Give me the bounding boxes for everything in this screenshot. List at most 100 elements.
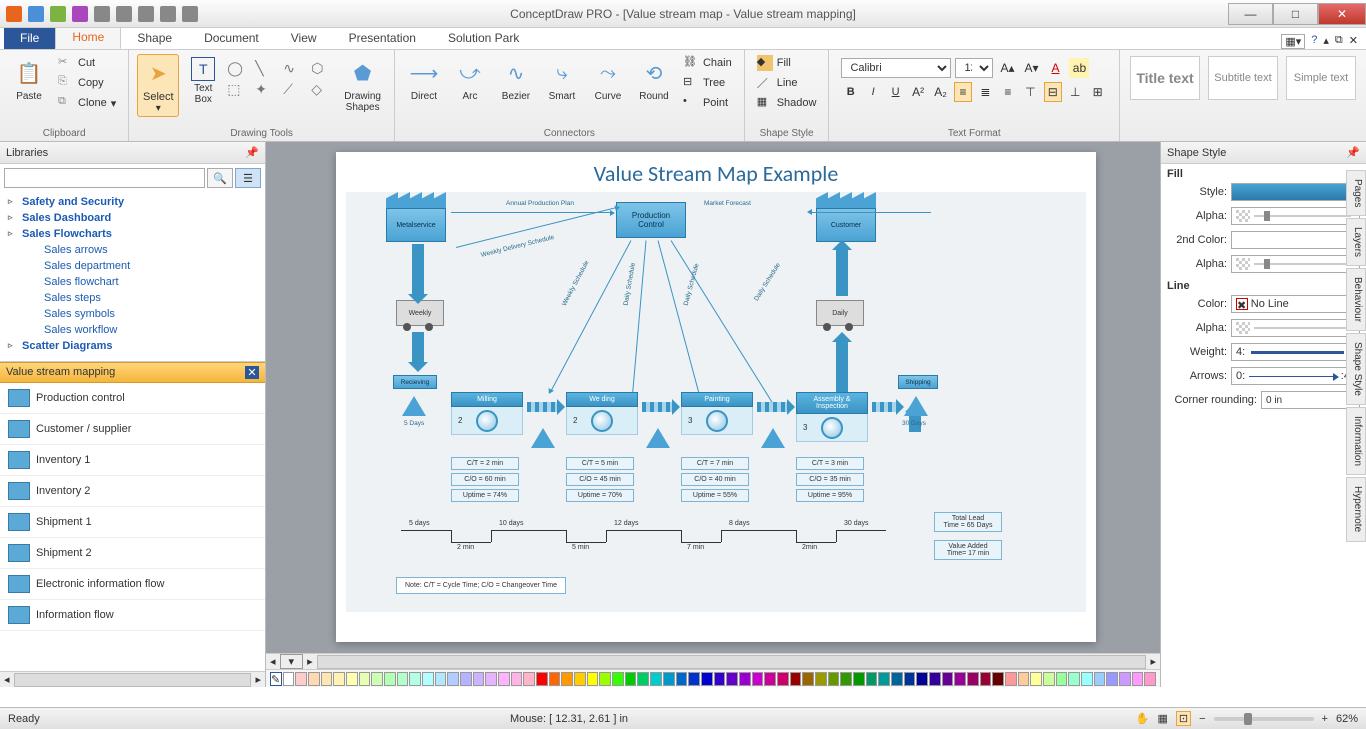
point-button[interactable]: •Point	[679, 94, 736, 112]
close-lib-icon[interactable]: ✕	[245, 366, 259, 379]
palette-color[interactable]	[650, 672, 662, 686]
underline-button[interactable]: U	[886, 82, 904, 102]
palette-color[interactable]	[790, 672, 802, 686]
pin-icon[interactable]: 📌	[245, 146, 259, 159]
palette-color[interactable]	[1081, 672, 1093, 686]
tree-button[interactable]: ⊟Tree	[679, 74, 736, 92]
palette-color[interactable]	[1018, 672, 1030, 686]
qat-icon[interactable]	[138, 6, 154, 22]
connector-smart[interactable]: ⤷Smart	[541, 54, 583, 105]
side-tab[interactable]: Shape Style	[1346, 333, 1366, 405]
tab-home[interactable]: Home	[55, 25, 121, 49]
palette-color[interactable]	[308, 672, 320, 686]
library-tree[interactable]: Safety and SecuritySales DashboardSales …	[0, 192, 265, 362]
preset-subtitle[interactable]: Subtitle text	[1208, 56, 1278, 100]
align-bottom-button[interactable]: ⊥	[1066, 82, 1084, 102]
palette-color[interactable]	[1043, 672, 1055, 686]
palette-color[interactable]	[511, 672, 523, 686]
line-button[interactable]: ／Line	[753, 74, 821, 92]
side-tab[interactable]: Layers	[1346, 218, 1366, 266]
tree-item[interactable]: Sales flowchart	[4, 274, 261, 290]
tool-icon[interactable]: ∿	[283, 60, 307, 77]
palette-color[interactable]	[447, 672, 459, 686]
line-color-dropdown[interactable]: ✖ No Line	[1231, 295, 1360, 313]
palette-color[interactable]	[866, 672, 878, 686]
shadow-button[interactable]: ▦Shadow	[753, 94, 821, 112]
connector-curve[interactable]: ⤳Curve	[587, 54, 629, 105]
tree-item[interactable]: Sales Dashboard	[4, 210, 261, 226]
tab-presentation[interactable]: Presentation	[333, 27, 432, 49]
palette-color[interactable]	[435, 672, 447, 686]
help-icon[interactable]: ?	[1311, 34, 1317, 49]
palette-color[interactable]	[777, 672, 789, 686]
tree-item[interactable]: Scatter Diagrams	[4, 338, 261, 354]
truck-daily[interactable]: Daily	[816, 300, 864, 326]
search-input[interactable]	[4, 168, 205, 188]
inventory-triangle[interactable]	[402, 396, 426, 416]
arrows-dropdown[interactable]: 0::4	[1231, 367, 1360, 385]
tree-item[interactable]: Sales department	[4, 258, 261, 274]
shape-item[interactable]: Inventory 1	[0, 445, 265, 476]
palette-color[interactable]	[739, 672, 751, 686]
palette-color[interactable]	[1094, 672, 1106, 686]
qat-undo-icon[interactable]	[94, 6, 110, 22]
palette-color[interactable]	[1106, 672, 1118, 686]
zoom-percent[interactable]: 62%	[1336, 713, 1358, 725]
zoom-out-button[interactable]: −	[1199, 713, 1205, 725]
connector-arc[interactable]: ⤻Arc	[449, 54, 491, 105]
palette-color[interactable]	[333, 672, 345, 686]
restore-icon[interactable]: ⧉	[1335, 34, 1343, 49]
subscript-button[interactable]: A₂	[931, 82, 949, 102]
shape-item[interactable]: Customer / supplier	[0, 414, 265, 445]
tool-icon[interactable]: ◇	[311, 81, 335, 98]
preset-title[interactable]: Title text	[1130, 56, 1200, 100]
palette-color[interactable]	[523, 672, 535, 686]
close-button[interactable]: ✕	[1318, 3, 1366, 25]
palette-color[interactable]	[422, 672, 434, 686]
palette-color[interactable]	[954, 672, 966, 686]
canvas-area[interactable]: Value Stream Map Example Production Cont…	[266, 142, 1160, 687]
tab-solution-park[interactable]: Solution Park	[432, 27, 535, 49]
palette-color[interactable]	[752, 672, 764, 686]
maximize-button[interactable]: □	[1273, 3, 1318, 25]
qat-icon[interactable]	[182, 6, 198, 22]
drawing-shapes-button[interactable]: ⬟Drawing Shapes	[339, 54, 386, 116]
shipping-box[interactable]: Shipping	[898, 375, 938, 389]
palette-color[interactable]	[371, 672, 383, 686]
color-palette[interactable]: ✎	[266, 669, 1160, 687]
fill-style-dropdown[interactable]	[1231, 183, 1360, 201]
bold-button[interactable]: B	[841, 82, 859, 102]
line-alpha-slider[interactable]	[1231, 319, 1360, 337]
font-color-button[interactable]: A	[1045, 58, 1065, 78]
text-options-button[interactable]: ⊞	[1088, 82, 1106, 102]
palette-color[interactable]	[485, 672, 497, 686]
tree-item[interactable]: Sales workflow	[4, 322, 261, 338]
close-doc-icon[interactable]: ✕	[1349, 34, 1358, 49]
palette-color[interactable]	[1132, 672, 1144, 686]
chain-button[interactable]: ⛓Chain	[679, 54, 736, 72]
tool-icon[interactable]: ╲	[255, 60, 279, 77]
tool-icon[interactable]: ✦	[255, 81, 279, 98]
align-left-button[interactable]: ≡	[954, 82, 972, 102]
view-icon[interactable]: ▦	[1157, 712, 1167, 725]
palette-color[interactable]	[561, 672, 573, 686]
palette-color[interactable]	[726, 672, 738, 686]
tree-item[interactable]: Safety and Security	[4, 194, 261, 210]
palette-color[interactable]	[916, 672, 928, 686]
palette-color[interactable]	[815, 672, 827, 686]
palette-color[interactable]	[283, 672, 295, 686]
tree-item[interactable]: Sales Flowcharts	[4, 226, 261, 242]
qat-icon[interactable]	[160, 6, 176, 22]
connector-direct[interactable]: ⟶Direct	[403, 54, 445, 105]
connector-bezier[interactable]: ∿Bezier	[495, 54, 537, 105]
palette-color[interactable]	[1005, 672, 1017, 686]
palette-color[interactable]	[878, 672, 890, 686]
shape-item[interactable]: Shipment 1	[0, 507, 265, 538]
tool-icon[interactable]: ◯	[227, 60, 251, 77]
palette-color[interactable]	[840, 672, 852, 686]
fill-alpha-slider[interactable]	[1231, 207, 1360, 225]
tool-icon[interactable]: ⟋	[283, 81, 307, 98]
clone-button[interactable]: ⧉Clone ▾	[54, 94, 120, 112]
palette-color[interactable]	[802, 672, 814, 686]
file-tab[interactable]: File	[4, 27, 55, 49]
